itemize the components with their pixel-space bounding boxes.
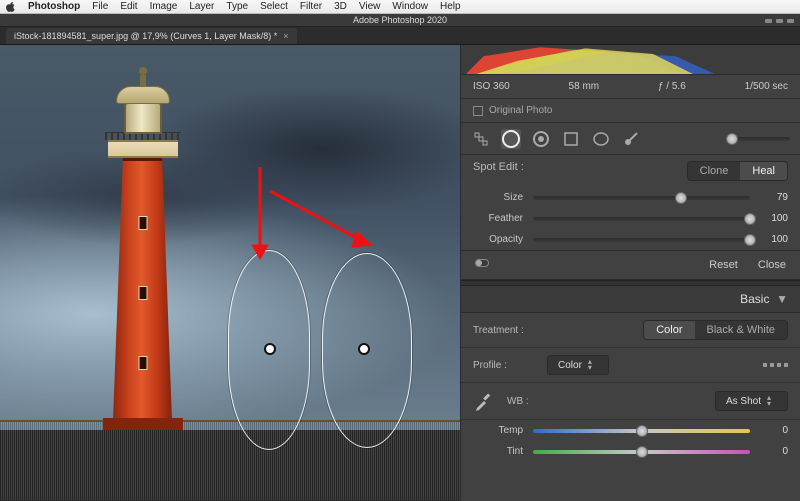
radial-tool-icon[interactable] [591,129,611,149]
treatment-label: Treatment : [473,325,535,336]
app-name[interactable]: Photoshop [28,1,80,12]
spot-tool-icon[interactable] [501,129,521,149]
lighthouse-scene [0,45,460,500]
spot-edit-section: Spot Edit : Clone Heal Size 79 Feather 1… [461,155,800,251]
menu-select[interactable]: Select [260,1,288,12]
feather-slider[interactable] [533,217,750,221]
wb-value: As Shot [726,396,761,407]
treatment-row: Treatment : Color Black & White [461,313,800,348]
treatment-color[interactable]: Color [644,321,694,339]
feather-value[interactable]: 100 [760,213,788,224]
feather-label: Feather [473,213,523,224]
heal-pin-source[interactable] [264,343,276,355]
annotation-arrow-diag [266,185,376,255]
tint-slider[interactable] [533,450,750,454]
profile-popup[interactable]: Color ▴▾ [547,355,609,375]
tint-value[interactable]: 0 [760,446,788,457]
wb-popup[interactable]: As Shot ▴▾ [715,391,788,411]
opacity-slider[interactable] [533,238,750,242]
profile-grid-icon[interactable] [763,363,788,367]
menu-help[interactable]: Help [440,1,461,12]
exif-iso: ISO 360 [473,81,510,92]
eyedropper-icon[interactable] [473,390,495,412]
exif-shutter: 1/500 sec [745,81,788,92]
grad-tool-icon[interactable] [561,129,581,149]
opacity-value[interactable]: 100 [760,234,788,245]
menu-filter[interactable]: Filter [300,1,322,12]
original-photo-label: Original Photo [489,105,552,116]
app-titlebar: Adobe Photoshop 2020 [0,14,800,27]
exif-row: ISO 360 58 mm ƒ / 5.6 1/500 sec [461,75,800,99]
document-canvas[interactable] [0,45,460,500]
menu-3d[interactable]: 3D [334,1,347,12]
menu-edit[interactable]: Edit [120,1,137,12]
overlay-toggle[interactable] [475,259,489,267]
right-panels: ISO 360 58 mm ƒ / 5.6 1/500 sec Original… [460,45,800,501]
panel-triangle-icon: ▼ [776,292,788,306]
spot-mode-heal[interactable]: Heal [740,162,787,180]
basic-panel-header[interactable]: Basic ▼ [461,286,800,313]
original-photo-row[interactable]: Original Photo [461,99,800,123]
tint-label: Tint [473,446,523,457]
temp-label: Temp [473,425,523,436]
treatment-bw[interactable]: Black & White [695,321,787,339]
document-tab[interactable]: iStock-181894581_super.jpg @ 17,9% (Curv… [6,28,297,44]
close-button[interactable]: Close [758,259,786,271]
window-controls[interactable] [765,19,794,23]
brush-size-mini-slider[interactable] [726,137,791,141]
menu-image[interactable]: Image [150,1,178,12]
wb-label: WB : [507,396,529,407]
basic-title: Basic [740,292,769,306]
exif-aperture: ƒ / 5.6 [658,81,686,92]
redeye-tool-icon[interactable] [531,129,551,149]
profile-row: Profile : Color ▴▾ [461,348,800,383]
histogram[interactable] [461,45,800,75]
apple-logo-icon [6,2,16,12]
temp-slider[interactable] [533,429,750,433]
menu-layer[interactable]: Layer [189,1,214,12]
menu-view[interactable]: View [359,1,381,12]
close-tab-icon[interactable]: × [283,31,288,41]
menu-file[interactable]: File [92,1,108,12]
profile-value: Color [558,360,582,371]
spot-mode-toggle[interactable]: Clone Heal [687,161,788,181]
original-photo-checkbox[interactable] [473,106,483,116]
heal-pin-target[interactable] [358,343,370,355]
document-tab-label: iStock-181894581_super.jpg @ 17,9% (Curv… [14,31,277,41]
spot-mode-clone[interactable]: Clone [688,162,741,180]
document-tabbar: iStock-181894581_super.jpg @ 17,9% (Curv… [0,27,800,45]
opacity-label: Opacity [473,234,523,245]
spot-edit-label: Spot Edit : [473,161,524,181]
canvas-area [0,45,460,501]
size-value[interactable]: 79 [760,192,788,203]
size-label: Size [473,192,523,203]
size-slider[interactable] [533,196,750,200]
updown-icon: ▴▾ [588,359,592,371]
crop-tool-icon[interactable] [471,129,491,149]
treatment-toggle[interactable]: Color Black & White [643,320,788,340]
brush-tool-icon[interactable] [621,129,641,149]
menu-window[interactable]: Window [392,1,428,12]
reset-button[interactable]: Reset [709,259,738,271]
updown-icon: ▴▾ [767,395,771,407]
spot-edit-buttons: Reset Close [461,251,800,280]
exif-focal: 58 mm [569,81,600,92]
macos-menubar: Photoshop File Edit Image Layer Type Sel… [0,0,800,14]
profile-label: Profile : [473,360,535,371]
wb-row: WB : As Shot ▴▾ [461,383,800,420]
app-title: Adobe Photoshop 2020 [353,15,447,25]
menu-type[interactable]: Type [226,1,248,12]
local-tools-row [461,123,800,155]
lighthouse-graphic [95,80,190,430]
temp-value[interactable]: 0 [760,425,788,436]
